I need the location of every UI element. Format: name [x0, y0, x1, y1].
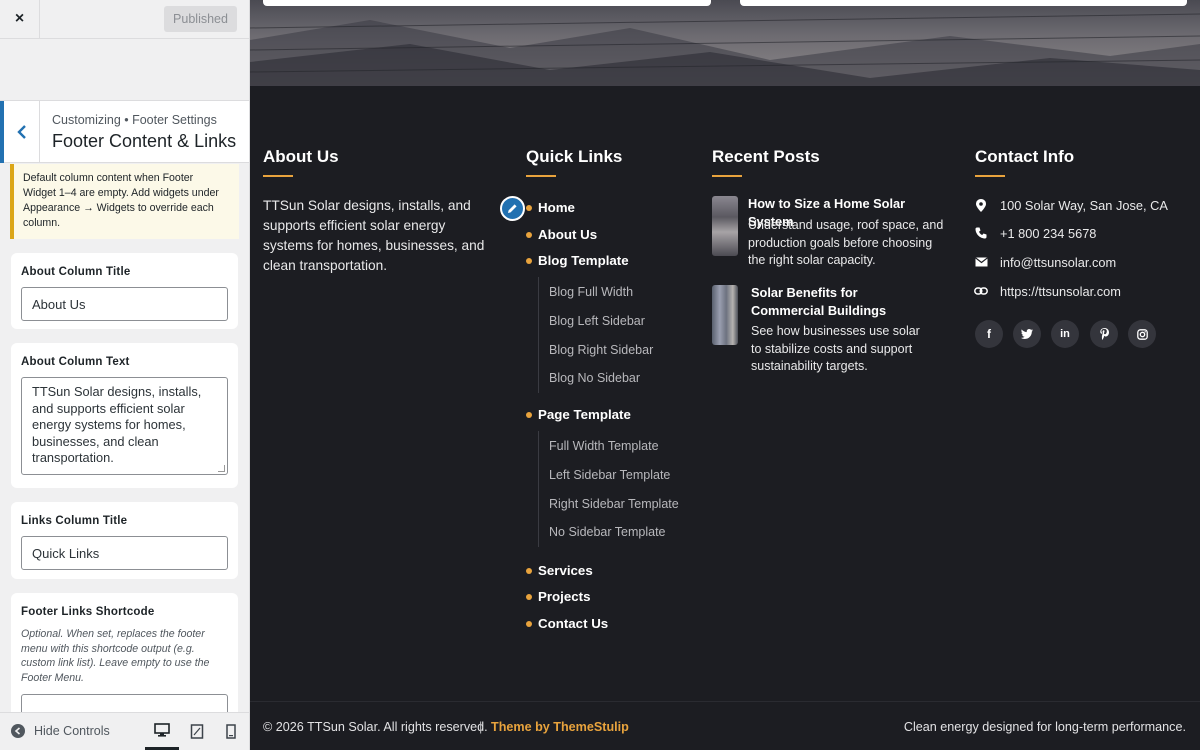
- footer-link-projects[interactable]: Projects: [526, 589, 590, 604]
- bullet-dot: [526, 232, 532, 238]
- post-excerpt: Understand usage, roof space, and produc…: [748, 218, 944, 267]
- about-heading: About Us: [263, 147, 339, 166]
- phone-icon: [974, 226, 988, 240]
- footer-link-page-template[interactable]: Page Template: [526, 407, 631, 422]
- footer-sublink[interactable]: Right Sidebar Template: [549, 497, 679, 511]
- preview-tablet-button[interactable]: [180, 713, 214, 750]
- publish-button[interactable]: Published: [164, 6, 237, 32]
- about-text-control: About Column Text TTSun Solar designs, i…: [11, 343, 238, 488]
- footer-tagline: Clean energy designed for long-term perf…: [903, 720, 1186, 734]
- heading-underline: [526, 175, 556, 177]
- footer-sublink[interactable]: Blog Left Sidebar: [549, 314, 645, 328]
- hide-controls-label: Hide Controls: [34, 724, 110, 738]
- mobile-icon: [226, 724, 236, 739]
- preview-mobile-button[interactable]: [214, 713, 248, 750]
- submenu-line: [538, 277, 539, 393]
- about-title-input[interactable]: About Us: [21, 287, 228, 321]
- tablet-icon: [190, 724, 204, 739]
- pinterest-icon[interactable]: [1090, 320, 1118, 348]
- instagram-icon[interactable]: [1128, 320, 1156, 348]
- about-text: TTSun Solar designs, installs, and suppo…: [263, 198, 485, 273]
- customizer-sidebar: × Published Customizing • Footer Setting…: [0, 0, 250, 750]
- site-footer: About Us TTSun Solar designs, installs, …: [250, 86, 1200, 701]
- footer-sublink[interactable]: Left Sidebar Template: [549, 468, 670, 482]
- footer-link-about[interactable]: About Us: [526, 227, 597, 242]
- back-button[interactable]: [0, 101, 40, 163]
- preview-desktop-button[interactable]: [145, 713, 179, 750]
- links-title-control: Links Column Title Quick Links: [11, 502, 238, 579]
- copyright-text: © 2026 TTSun Solar. All rights reserved.: [263, 720, 488, 734]
- contact-heading: Contact Info: [975, 147, 1075, 166]
- heading-underline: [712, 175, 742, 177]
- info-notice: Default column content when Footer Widge…: [10, 164, 239, 239]
- bullet-dot: [526, 205, 532, 211]
- footer-sublink[interactable]: Blog Full Width: [549, 285, 633, 299]
- heading-underline: [263, 175, 293, 177]
- heading-underline: [975, 175, 1005, 177]
- theme-credit-link[interactable]: Theme by ThemeStulip: [491, 720, 629, 734]
- footer-link-contact[interactable]: Contact Us: [526, 616, 608, 631]
- bullet-dot: [526, 258, 532, 264]
- close-icon: ×: [14, 10, 25, 27]
- shortcode-label: Footer Links Shortcode: [21, 606, 155, 618]
- contact-email[interactable]: info@ttsunsolar.com: [1000, 255, 1116, 270]
- bullet-dot: [526, 594, 532, 600]
- footer-sublink[interactable]: Blog Right Sidebar: [549, 343, 653, 357]
- breadcrumb: Customizing • Footer Settings: [52, 113, 217, 127]
- footer-sublink[interactable]: No Sidebar Template: [549, 525, 666, 539]
- section-header: Customizing • Footer Settings Footer Con…: [0, 100, 249, 163]
- footer-link-blog-template[interactable]: Blog Template: [526, 253, 629, 268]
- post-title[interactable]: Solar Benefits for Commercial Buildings: [751, 284, 931, 319]
- facebook-icon[interactable]: f: [975, 320, 1003, 348]
- submenu-line: [538, 431, 539, 547]
- chevron-left-icon: [16, 125, 26, 139]
- hide-controls-button[interactable]: Hide Controls: [11, 724, 110, 738]
- envelope-icon: [974, 255, 988, 269]
- customizer-header-bar: × Published: [0, 0, 249, 39]
- bullet-dot: [526, 412, 532, 418]
- section-title: Footer Content & Links: [52, 131, 237, 151]
- footer-sublink[interactable]: Full Width Template: [549, 439, 659, 453]
- map-marker-icon: [974, 198, 988, 212]
- contact-phone[interactable]: +1 800 234 5678: [1000, 226, 1096, 241]
- desktop-icon: [154, 723, 170, 737]
- separator: |: [479, 720, 483, 734]
- footer-sublink[interactable]: Blog No Sidebar: [549, 371, 640, 385]
- footer-bottom-bar: © 2026 TTSun Solar. All rights reserved.…: [250, 701, 1200, 750]
- edit-shortcut-button[interactable]: [500, 196, 525, 221]
- contact-website[interactable]: https://ttsunsolar.com: [1000, 284, 1121, 299]
- bullet-dot: [526, 621, 532, 627]
- post-excerpt: See how businesses use solar to stabiliz…: [751, 324, 920, 373]
- links-title-label: Links Column Title: [21, 515, 128, 527]
- about-text-textarea[interactable]: TTSun Solar designs, installs, and suppo…: [21, 377, 228, 475]
- bullet-dot: [526, 568, 532, 574]
- about-text-label: About Column Text: [21, 356, 130, 368]
- customizer-footer: Hide Controls: [0, 712, 249, 750]
- close-customizer-button[interactable]: ×: [0, 0, 40, 38]
- footer-link-services[interactable]: Services: [526, 563, 593, 578]
- shortcode-description: Optional. When set, replaces the footer …: [21, 628, 210, 684]
- pencil-icon: [508, 204, 517, 213]
- quick-links-heading: Quick Links: [526, 147, 623, 166]
- about-title-label: About Column Title: [21, 266, 131, 278]
- about-title-control: About Column Title About Us: [11, 253, 238, 329]
- recent-posts-heading: Recent Posts: [712, 147, 820, 166]
- hero-image: [250, 0, 1200, 86]
- rooftops-graphic: [250, 13, 1200, 86]
- linkedin-icon[interactable]: in: [1051, 320, 1079, 348]
- contact-address: 100 Solar Way, San Jose, CA: [1000, 198, 1168, 213]
- site-preview: About Us TTSun Solar designs, installs, …: [250, 0, 1200, 750]
- twitter-icon[interactable]: [1013, 320, 1041, 348]
- links-title-input[interactable]: Quick Links: [21, 536, 228, 570]
- post-thumbnail[interactable]: [712, 196, 738, 256]
- footer-link-home[interactable]: Home: [526, 200, 575, 215]
- post-thumbnail[interactable]: [712, 285, 738, 345]
- collapse-icon: [11, 724, 25, 738]
- link-icon: [974, 284, 988, 298]
